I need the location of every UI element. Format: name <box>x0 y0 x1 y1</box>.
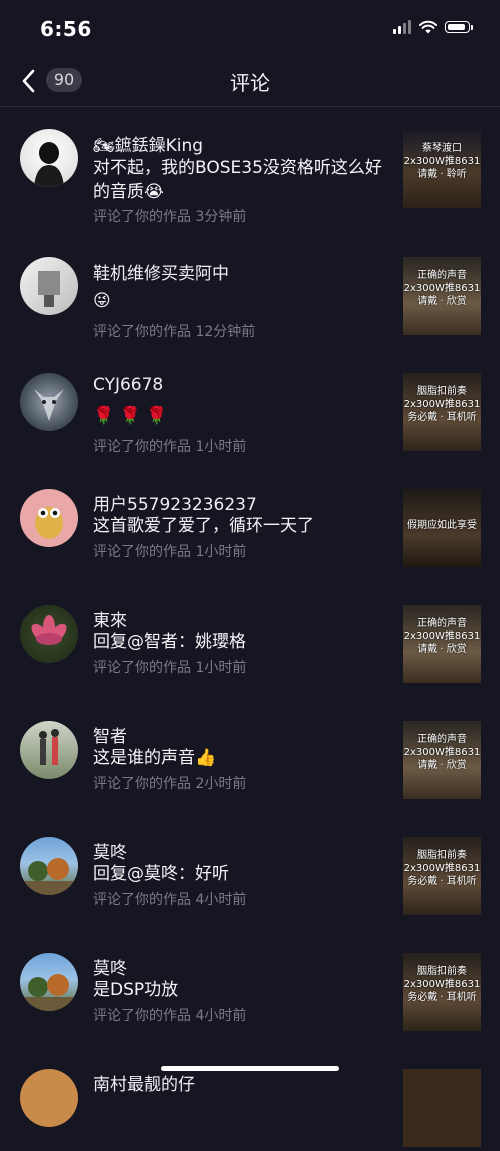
video-thumbnail[interactable]: 正确的声音 2x300W推8631 请戴 · 欣赏 <box>403 605 481 683</box>
avatar[interactable] <box>20 721 78 779</box>
home-indicator[interactable] <box>161 1066 339 1071</box>
comment-item[interactable]: 莫咚 是DSP功放 评论了你的作品 4小时前 胭脂扣前奏 2x300W推8631… <box>0 919 500 1035</box>
commenter-name[interactable]: 莫咚 <box>93 838 127 863</box>
comment-meta: 评论了你的作品 4小时前 <box>93 1008 247 1024</box>
avatar[interactable] <box>20 1069 78 1127</box>
status-bar: 6:56 <box>0 0 500 58</box>
comment-item[interactable]: CYJ6678 🌹 🌹 🌹 评论了你的作品 1小时前 胭脂扣前奏 2x300W推… <box>0 339 500 455</box>
video-thumbnail[interactable] <box>403 1069 481 1147</box>
avatar[interactable] <box>20 373 78 431</box>
thumbnail-caption: 胭脂扣前奏 2x300W推8631 务必戴 · 耳机听 <box>403 850 481 887</box>
comment-item[interactable]: 智者 这是谁的声音👍 评论了你的作品 2小时前 正确的声音 2x300W推863… <box>0 687 500 803</box>
comment-text: 这是谁的声音👍 <box>93 748 217 768</box>
comment-meta: 评论了你的作品 1小时前 <box>93 544 247 560</box>
top-nav-bar: 90 评论 <box>0 58 500 107</box>
thumbnail-caption: 胭脂扣前奏 2x300W推8631 务必戴 · 耳机听 <box>403 966 481 1003</box>
thumbnail-caption: 蔡琴渡口 2x300W推8631 请戴 · 聆听 <box>403 143 481 180</box>
comment-item[interactable]: 東來 回复@智者：姚瓔格 评论了你的作品 1小时前 正确的声音 2x300W推8… <box>0 571 500 687</box>
thumbnail-caption: 假期应如此享受 <box>407 520 477 531</box>
comment-item[interactable]: 🏍鏣銩鐰King 对不起，我的BOSE35没资格听这么好的音质😭 评论了你的作品… <box>0 107 500 225</box>
comment-text: 对不起，我的BOSE35没资格听这么好的音质😭 <box>93 158 382 202</box>
comment-meta: 评论了你的作品 1小时前 <box>93 439 247 455</box>
status-icons <box>393 20 473 34</box>
comment-item[interactable]: 莫咚 回复@莫咚：好听 评论了你的作品 4小时前 胭脂扣前奏 2x300W推86… <box>0 803 500 919</box>
commenter-name[interactable]: CYJ6678 <box>93 375 163 395</box>
thumbnail-caption: 正确的声音 2x300W推8631 请戴 · 欣赏 <box>403 618 481 655</box>
thumbnail-caption: 正确的声音 2x300W推8631 请戴 · 欣赏 <box>403 270 481 307</box>
commenter-name[interactable]: 鞋机维修买卖阿中 <box>93 259 229 284</box>
comment-text: 😜 <box>93 291 111 311</box>
commenter-name[interactable]: 莫咚 <box>93 954 127 979</box>
video-thumbnail[interactable]: 正确的声音 2x300W推8631 请戴 · 欣赏 <box>403 257 481 335</box>
commenter-name[interactable]: 用户557923236237 <box>93 490 257 515</box>
comment-text: 是DSP功放 <box>93 980 179 1000</box>
comment-text: 回复@莫咚：好听 <box>93 864 229 884</box>
thumbnail-caption: 正确的声音 2x300W推8631 请戴 · 欣赏 <box>403 734 481 771</box>
battery-icon <box>445 21 473 33</box>
video-thumbnail[interactable]: 胭脂扣前奏 2x300W推8631 务必戴 · 耳机听 <box>403 837 481 915</box>
video-thumbnail[interactable]: 正确的声音 2x300W推8631 请戴 · 欣赏 <box>403 721 481 799</box>
comment-text: 这首歌爱了爱了，循环一天了 <box>93 516 314 536</box>
comment-meta: 评论了你的作品 12分钟前 <box>93 324 256 340</box>
comment-item[interactable]: 用户557923236237 这首歌爱了爱了，循环一天了 评论了你的作品 1小时… <box>0 455 500 571</box>
comment-text: 回复@智者：姚瓔格 <box>93 632 246 652</box>
video-thumbnail[interactable]: 胭脂扣前奏 2x300W推8631 务必戴 · 耳机听 <box>403 953 481 1031</box>
avatar[interactable] <box>20 837 78 895</box>
commenter-name[interactable]: 🏍鏣銩鐰King <box>93 131 203 156</box>
commenter-name[interactable]: 南村最靓的仔 <box>93 1070 195 1095</box>
avatar[interactable] <box>20 605 78 663</box>
comment-meta: 评论了你的作品 2小时前 <box>93 776 247 792</box>
comment-item[interactable]: 鞋机维修买卖阿中 😜 评论了你的作品 12分钟前 正确的声音 2x300W推86… <box>0 223 500 340</box>
avatar[interactable] <box>20 257 78 315</box>
video-thumbnail[interactable]: 胭脂扣前奏 2x300W推8631 务必戴 · 耳机听 <box>403 373 481 451</box>
video-thumbnail[interactable]: 假期应如此享受 <box>403 489 481 567</box>
avatar[interactable] <box>20 953 78 1011</box>
cellular-signal-icon <box>393 20 411 34</box>
comment-meta: 评论了你的作品 1小时前 <box>93 660 247 676</box>
wifi-icon <box>419 20 437 34</box>
video-thumbnail[interactable]: 蔡琴渡口 2x300W推8631 请戴 · 聆听 <box>403 130 481 208</box>
status-time: 6:56 <box>40 17 92 41</box>
thumbnail-caption: 胭脂扣前奏 2x300W推8631 务必戴 · 耳机听 <box>403 386 481 423</box>
comment-text: 🌹 🌹 🌹 <box>93 406 168 426</box>
avatar[interactable] <box>20 129 78 187</box>
commenter-name[interactable]: 東來 <box>93 606 127 631</box>
comment-meta: 评论了你的作品 4小时前 <box>93 892 247 908</box>
avatar[interactable] <box>20 489 78 547</box>
page-title: 评论 <box>230 71 270 95</box>
comment-item[interactable]: 南村最靓的仔 <box>0 1035 500 1151</box>
commenter-name[interactable]: 智者 <box>93 722 127 747</box>
